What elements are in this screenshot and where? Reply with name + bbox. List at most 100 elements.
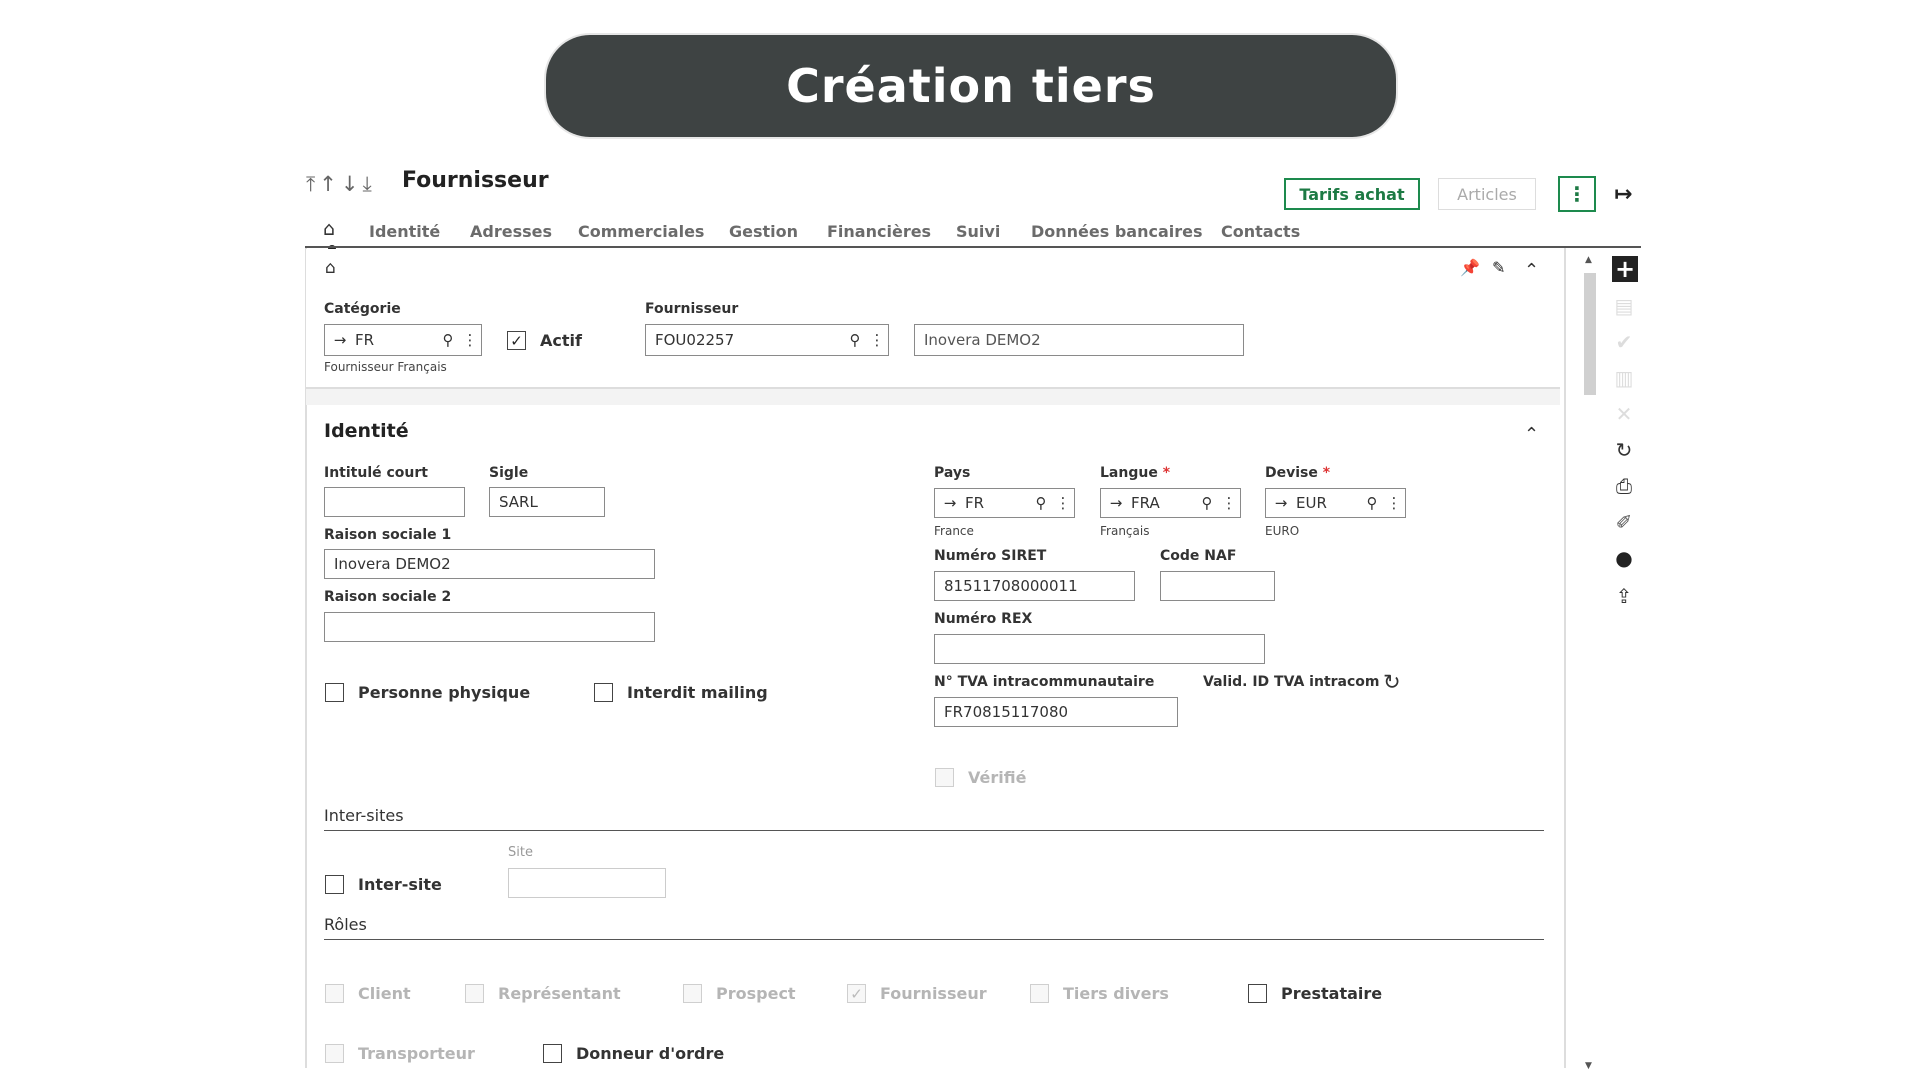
- sigle-field[interactable]: SARL: [489, 487, 605, 517]
- categorie-value: FR: [355, 331, 375, 349]
- banner: Création tiers: [546, 35, 1396, 137]
- validate-icon[interactable]: ✔: [1610, 330, 1638, 354]
- scrollbar[interactable]: ▲ ▼: [1582, 255, 1598, 1071]
- siret-field[interactable]: 81511708000011: [934, 571, 1135, 601]
- raison-sociale-1-field[interactable]: Inovera DEMO2: [324, 549, 655, 579]
- comment-icon[interactable]: ●: [1610, 546, 1638, 570]
- tab-financieres[interactable]: Financières: [827, 222, 931, 241]
- tab-adresses[interactable]: Adresses: [470, 222, 552, 241]
- interdit-mailing-label: Interdit mailing: [627, 683, 768, 702]
- langue-value: FRA: [1131, 494, 1160, 512]
- role-representant-checkbox[interactable]: [465, 984, 484, 1003]
- role-tiers-divers-checkbox[interactable]: [1030, 984, 1049, 1003]
- tab-identite[interactable]: Identité: [369, 222, 440, 241]
- tarifs-achat-button[interactable]: Tarifs achat: [1284, 178, 1420, 210]
- more-icon[interactable]: ⋮: [1218, 494, 1240, 512]
- rex-field[interactable]: [934, 634, 1265, 664]
- edit-icon[interactable]: ✎: [1492, 258, 1505, 277]
- intitule-court-field[interactable]: [324, 487, 465, 517]
- role-representant-label: Représentant: [498, 984, 621, 1003]
- search-icon[interactable]: ⚲: [1030, 494, 1052, 512]
- fournisseur-name-field[interactable]: Inovera DEMO2: [914, 324, 1244, 356]
- inter-site-checkbox[interactable]: [325, 875, 344, 894]
- more-icon[interactable]: ⋮: [1052, 494, 1074, 512]
- tab-donnees-bancaires[interactable]: Données bancaires: [1031, 222, 1203, 241]
- pays-label: Pays: [934, 465, 971, 481]
- refresh-icon[interactable]: ↻: [1610, 438, 1638, 462]
- search-icon[interactable]: ⚲: [1361, 494, 1383, 512]
- intersites-divider: [324, 830, 1544, 831]
- code-naf-field[interactable]: [1160, 571, 1275, 601]
- cancel-icon[interactable]: ✕: [1610, 402, 1638, 426]
- devise-lookup[interactable]: → EUR ⚲ ⋮: [1265, 488, 1406, 518]
- banner-title: Création tiers: [786, 59, 1156, 113]
- tab-suivi[interactable]: Suivi: [956, 222, 1000, 241]
- fournisseur-lookup[interactable]: FOU02257 ⚲ ⋮: [645, 324, 889, 356]
- tva-field[interactable]: FR70815117080: [934, 697, 1178, 727]
- tab-contacts[interactable]: Contacts: [1221, 222, 1300, 241]
- role-prospect-checkbox[interactable]: [683, 984, 702, 1003]
- role-donneur-ordre-checkbox[interactable]: [543, 1044, 562, 1063]
- more-icon[interactable]: ⋮: [1383, 494, 1405, 512]
- pin-icon[interactable]: 📌: [1460, 258, 1480, 277]
- scroll-down-icon[interactable]: ▼: [1585, 1061, 1592, 1071]
- siret-label: Numéro SIRET: [934, 548, 1047, 564]
- refresh-icon[interactable]: ↻: [1383, 670, 1401, 694]
- articles-button[interactable]: Articles: [1438, 178, 1536, 210]
- save-icon[interactable]: ▤: [1610, 294, 1638, 318]
- tab-gestion[interactable]: Gestion: [729, 222, 798, 241]
- role-prestataire-label: Prestataire: [1281, 984, 1383, 1003]
- sigle-label: Sigle: [489, 465, 529, 481]
- check-icon: ✓: [850, 984, 863, 1003]
- raison-sociale-2-field[interactable]: [324, 612, 655, 642]
- tva-label: N° TVA intracommunautaire: [934, 674, 1155, 690]
- more-icon[interactable]: ⋮: [459, 331, 481, 349]
- role-transporteur-label: Transporteur: [358, 1044, 475, 1063]
- more-actions-button[interactable]: ⋮: [1558, 176, 1596, 212]
- role-fournisseur-checkbox[interactable]: ✓: [847, 984, 866, 1003]
- check-icon: ✓: [510, 331, 523, 350]
- search-icon[interactable]: ⚲: [437, 331, 459, 349]
- actif-checkbox[interactable]: ✓: [507, 331, 526, 350]
- role-transporteur-checkbox[interactable]: [325, 1044, 344, 1063]
- langue-description: Français: [1100, 524, 1150, 538]
- interdit-mailing-checkbox[interactable]: [594, 683, 613, 702]
- delete-icon[interactable]: ▥: [1610, 366, 1638, 390]
- categorie-lookup[interactable]: → FR ⚲ ⋮: [324, 324, 482, 356]
- categorie-description: Fournisseur Français: [324, 360, 447, 374]
- scroll-up-icon[interactable]: ▲: [1585, 255, 1592, 265]
- record-nav-arrows[interactable]: ⤒↑↓⤓: [306, 172, 376, 197]
- collapse-section-icon[interactable]: ⌃: [1524, 424, 1539, 445]
- identite-section-title: Identité: [324, 420, 409, 442]
- roles-divider: [324, 939, 1544, 940]
- arrow-icon: →: [333, 331, 347, 349]
- collapse-card-icon[interactable]: ⌃: [1524, 260, 1539, 281]
- exit-icon[interactable]: ↦: [1614, 182, 1632, 207]
- print-icon[interactable]: ⎙: [1610, 474, 1638, 498]
- personne-physique-checkbox[interactable]: [325, 683, 344, 702]
- add-icon[interactable]: +: [1612, 255, 1638, 283]
- export-icon[interactable]: ⇪: [1610, 584, 1638, 608]
- role-donneur-ordre-label: Donneur d'ordre: [576, 1044, 725, 1063]
- inter-site-label: Inter-site: [358, 875, 442, 894]
- search-icon[interactable]: ⚲: [1196, 494, 1218, 512]
- verifie-checkbox[interactable]: [935, 768, 954, 787]
- langue-lookup[interactable]: → FRA ⚲ ⋮: [1100, 488, 1241, 518]
- arrow-icon: →: [1109, 494, 1123, 512]
- tab-commerciales[interactable]: Commerciales: [578, 222, 704, 241]
- rex-label: Numéro REX: [934, 611, 1033, 627]
- home-tab-icon[interactable]: ⌂: [323, 218, 335, 240]
- site-field[interactable]: [508, 868, 666, 898]
- role-prestataire-checkbox[interactable]: [1248, 984, 1267, 1003]
- role-tiers-divers-label: Tiers divers: [1063, 984, 1169, 1003]
- scrollbar-thumb[interactable]: [1584, 273, 1596, 395]
- pays-lookup[interactable]: → FR ⚲ ⋮: [934, 488, 1075, 518]
- role-client-checkbox[interactable]: [325, 984, 344, 1003]
- code-naf-label: Code NAF: [1160, 548, 1237, 564]
- role-prospect-label: Prospect: [716, 984, 796, 1003]
- attachment-icon[interactable]: ✐: [1610, 510, 1638, 534]
- search-icon[interactable]: ⚲: [844, 331, 866, 349]
- more-icon[interactable]: ⋮: [866, 331, 888, 349]
- verifie-label: Vérifié: [968, 768, 1027, 787]
- devise-value: EUR: [1296, 494, 1327, 512]
